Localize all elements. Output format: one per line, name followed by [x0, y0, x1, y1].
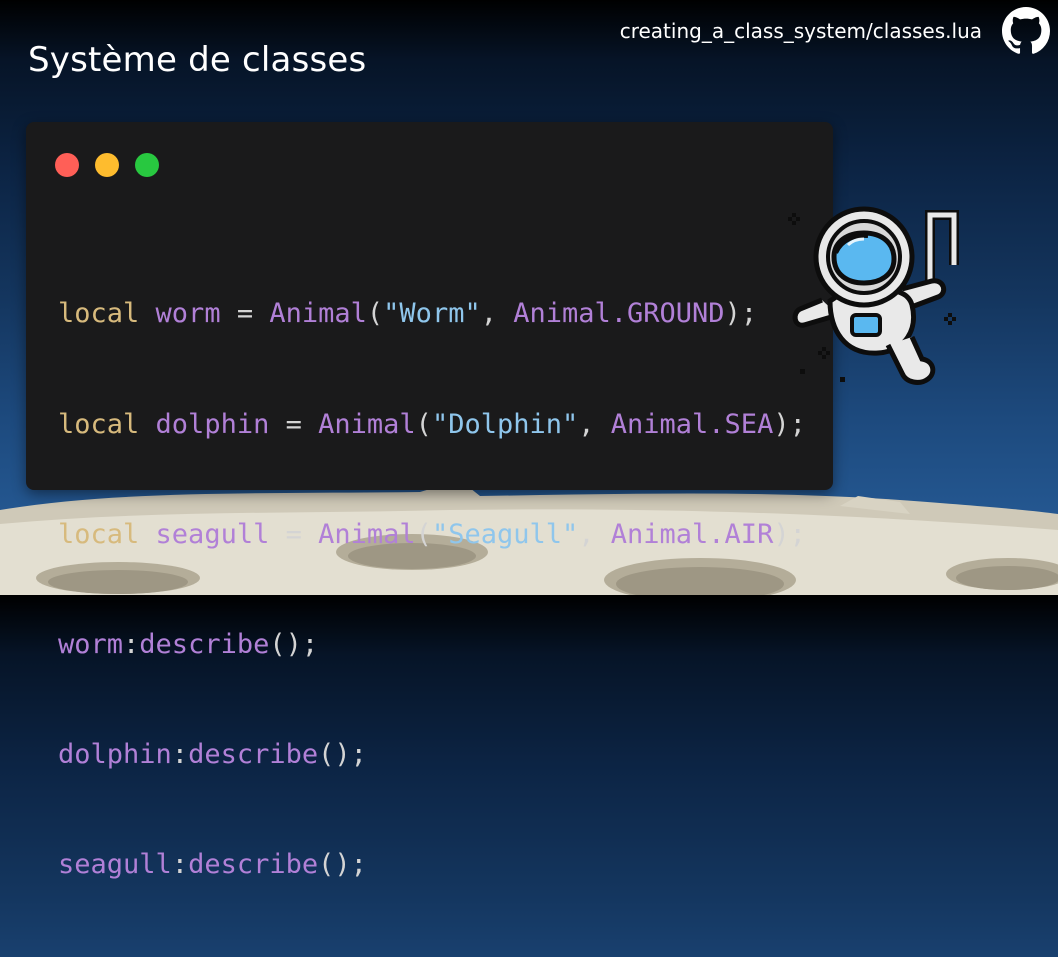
operator: =	[269, 408, 319, 440]
punctuation: );	[724, 298, 758, 330]
window-minimize-dot	[95, 153, 119, 177]
identifier: Animal	[318, 408, 416, 440]
code-line-4: worm:describe();	[58, 627, 806, 664]
string-literal: "Dolphin"	[431, 408, 579, 440]
code-line-1: local worm = Animal("Worm", Animal.GROUN…	[58, 296, 806, 333]
punctuation: :	[123, 628, 140, 660]
punctuation: (	[415, 408, 432, 440]
code-line-2: local dolphin = Animal("Dolphin", Animal…	[58, 407, 806, 444]
identifier: dolphin	[58, 738, 172, 770]
code-block: local worm = Animal("Worm", Animal.GROUN…	[58, 223, 806, 957]
punctuation: ,	[578, 408, 611, 440]
punctuation: :	[171, 738, 189, 770]
identifier: Animal	[269, 298, 367, 330]
code-line-6: seagull:describe();	[58, 847, 806, 884]
punctuation: ();	[318, 848, 367, 880]
identifier: Animal.GROUND	[513, 298, 725, 330]
keyword: local	[58, 298, 140, 330]
method-name: describe	[188, 848, 319, 880]
identifier: worm	[58, 628, 124, 660]
punctuation: (	[366, 298, 384, 330]
file-path-label[interactable]: creating_a_class_system/classes.lua	[620, 19, 982, 43]
identifier: dolphin	[155, 408, 270, 440]
punctuation: );	[773, 408, 806, 440]
operator: =	[269, 518, 319, 550]
punctuation: (	[415, 518, 432, 550]
method-name: describe	[139, 628, 270, 660]
identifier: Animal	[318, 518, 416, 550]
identifier: seagull	[155, 518, 270, 550]
identifier: Animal.SEA	[610, 408, 774, 440]
identifier: seagull	[58, 848, 172, 880]
punctuation: ();	[318, 738, 367, 770]
slide-title: Système de classes	[28, 40, 367, 80]
window-close-dot	[55, 153, 79, 177]
keyword: local	[58, 408, 140, 440]
keyword: local	[58, 518, 140, 550]
punctuation: ();	[269, 628, 319, 660]
code-window: local worm = Animal("Worm", Animal.GROUN…	[26, 122, 833, 880]
punctuation: :	[171, 848, 189, 880]
identifier: Animal.AIR	[610, 518, 774, 550]
code-line-3: local seagull = Animal("Seagull", Animal…	[58, 517, 806, 554]
operator: =	[220, 298, 270, 330]
method-name: describe	[188, 738, 319, 770]
astronaut-illustration	[788, 206, 959, 385]
code-line-5: dolphin:describe();	[58, 737, 806, 774]
punctuation: ,	[480, 298, 514, 330]
string-literal: "Worm"	[383, 298, 481, 330]
window-maximize-dot	[135, 153, 159, 177]
github-icon[interactable]	[1002, 7, 1050, 55]
identifier: worm	[155, 298, 221, 330]
punctuation: );	[773, 518, 806, 550]
string-literal: "Seagull"	[431, 518, 579, 550]
punctuation: ,	[578, 518, 611, 550]
